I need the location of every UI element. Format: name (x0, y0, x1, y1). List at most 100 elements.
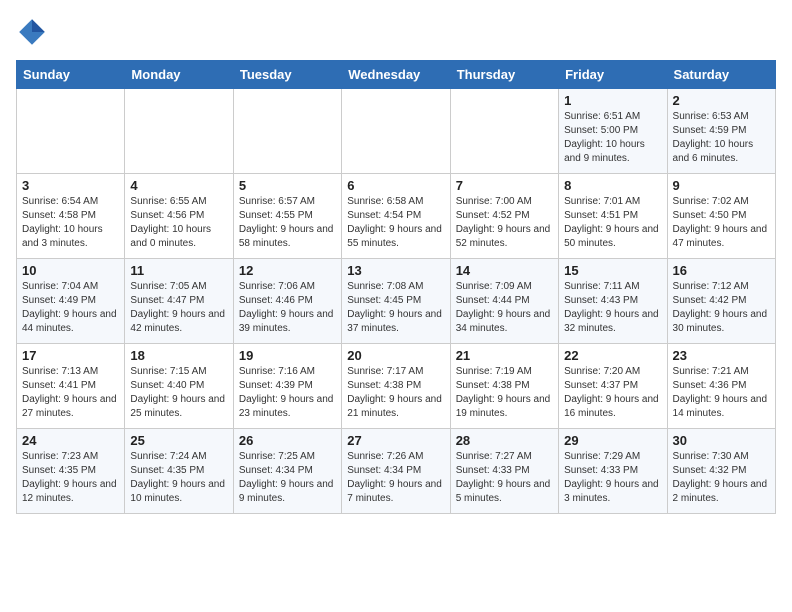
day-info: Sunrise: 6:53 AM Sunset: 4:59 PM Dayligh… (673, 110, 770, 166)
day-info: Sunrise: 7:05 AM Sunset: 4:47 PM Dayligh… (130, 280, 227, 336)
day-info: Sunrise: 6:55 AM Sunset: 4:56 PM Dayligh… (130, 195, 227, 251)
day-info: Sunrise: 7:19 AM Sunset: 4:38 PM Dayligh… (456, 365, 553, 421)
day-number: 28 (456, 433, 553, 448)
week-row-2: 3Sunrise: 6:54 AM Sunset: 4:58 PM Daylig… (17, 174, 776, 259)
calendar-cell (233, 89, 341, 174)
logo (16, 16, 52, 48)
day-info: Sunrise: 7:09 AM Sunset: 4:44 PM Dayligh… (456, 280, 553, 336)
col-header-friday: Friday (559, 61, 667, 89)
day-number: 19 (239, 348, 336, 363)
calendar-cell: 1 Sunrise: 6:51 AM Sunset: 5:00 PM Daylig… (559, 89, 667, 174)
col-header-monday: Monday (125, 61, 233, 89)
day-info: Sunrise: 7:04 AM Sunset: 4:49 PM Dayligh… (22, 280, 119, 336)
day-number: 5 (239, 178, 336, 193)
day-number: 6 (347, 178, 444, 193)
day-info: Sunrise: 7:08 AM Sunset: 4:45 PM Dayligh… (347, 280, 444, 336)
day-number: 20 (347, 348, 444, 363)
calendar-cell: 27 Sunrise: 7:26 AM Sunset: 4:34 PM Dayli… (342, 429, 450, 514)
calendar-cell: 15 Sunrise: 7:11 AM Sunset: 4:43 PM Dayli… (559, 259, 667, 344)
calendar-cell: 30 Sunrise: 7:30 AM Sunset: 4:32 PM Dayli… (667, 429, 775, 514)
day-number: 21 (456, 348, 553, 363)
day-number: 29 (564, 433, 661, 448)
day-number: 17 (22, 348, 119, 363)
day-number: 2 (673, 93, 770, 108)
day-info: Sunrise: 7:12 AM Sunset: 4:42 PM Dayligh… (673, 280, 770, 336)
calendar-cell: 28 Sunrise: 7:27 AM Sunset: 4:33 PM Dayli… (450, 429, 558, 514)
day-number: 16 (673, 263, 770, 278)
day-info: Sunrise: 7:24 AM Sunset: 4:35 PM Dayligh… (130, 450, 227, 506)
day-number: 27 (347, 433, 444, 448)
calendar-cell (342, 89, 450, 174)
day-number: 8 (564, 178, 661, 193)
day-number: 15 (564, 263, 661, 278)
calendar-cell: 9 Sunrise: 7:02 AM Sunset: 4:50 PM Daylig… (667, 174, 775, 259)
week-row-5: 24 Sunrise: 7:23 AM Sunset: 4:35 PM Dayli… (17, 429, 776, 514)
day-number: 14 (456, 263, 553, 278)
calendar-cell: 20 Sunrise: 7:17 AM Sunset: 4:38 PM Dayli… (342, 344, 450, 429)
day-info: Sunrise: 7:02 AM Sunset: 4:50 PM Dayligh… (673, 195, 770, 251)
calendar-cell: 19 Sunrise: 7:16 AM Sunset: 4:39 PM Dayli… (233, 344, 341, 429)
day-info: Sunrise: 7:11 AM Sunset: 4:43 PM Dayligh… (564, 280, 661, 336)
day-number: 24 (22, 433, 119, 448)
day-number: 22 (564, 348, 661, 363)
calendar-cell: 3Sunrise: 6:54 AM Sunset: 4:58 PM Daylig… (17, 174, 125, 259)
calendar-cell: 14 Sunrise: 7:09 AM Sunset: 4:44 PM Dayli… (450, 259, 558, 344)
calendar-cell: 12 Sunrise: 7:06 AM Sunset: 4:46 PM Dayli… (233, 259, 341, 344)
col-header-wednesday: Wednesday (342, 61, 450, 89)
day-number: 12 (239, 263, 336, 278)
day-info: Sunrise: 7:17 AM Sunset: 4:38 PM Dayligh… (347, 365, 444, 421)
calendar-cell: 11Sunrise: 7:05 AM Sunset: 4:47 PM Dayli… (125, 259, 233, 344)
calendar-cell: 13 Sunrise: 7:08 AM Sunset: 4:45 PM Dayli… (342, 259, 450, 344)
calendar-cell: 21 Sunrise: 7:19 AM Sunset: 4:38 PM Dayli… (450, 344, 558, 429)
day-number: 18 (130, 348, 227, 363)
day-info: Sunrise: 7:21 AM Sunset: 4:36 PM Dayligh… (673, 365, 770, 421)
day-number: 30 (673, 433, 770, 448)
day-number: 10 (22, 263, 119, 278)
col-header-thursday: Thursday (450, 61, 558, 89)
calendar-cell (17, 89, 125, 174)
day-info: Sunrise: 7:16 AM Sunset: 4:39 PM Dayligh… (239, 365, 336, 421)
day-info: Sunrise: 7:27 AM Sunset: 4:33 PM Dayligh… (456, 450, 553, 506)
calendar-cell (450, 89, 558, 174)
calendar-cell: 16 Sunrise: 7:12 AM Sunset: 4:42 PM Dayli… (667, 259, 775, 344)
calendar-cell: 26Sunrise: 7:25 AM Sunset: 4:34 PM Dayli… (233, 429, 341, 514)
day-info: Sunrise: 7:06 AM Sunset: 4:46 PM Dayligh… (239, 280, 336, 336)
day-info: Sunrise: 7:26 AM Sunset: 4:34 PM Dayligh… (347, 450, 444, 506)
week-row-1: 1 Sunrise: 6:51 AM Sunset: 5:00 PM Daylig… (17, 89, 776, 174)
day-info: Sunrise: 7:15 AM Sunset: 4:40 PM Dayligh… (130, 365, 227, 421)
logo-icon (16, 16, 48, 48)
day-number: 4 (130, 178, 227, 193)
calendar-cell: 18 Sunrise: 7:15 AM Sunset: 4:40 PM Dayli… (125, 344, 233, 429)
calendar-cell: 5 Sunrise: 6:57 AM Sunset: 4:55 PM Daylig… (233, 174, 341, 259)
col-header-saturday: Saturday (667, 61, 775, 89)
calendar-cell: 6Sunrise: 6:58 AM Sunset: 4:54 PM Daylig… (342, 174, 450, 259)
calendar-cell: 25 Sunrise: 7:24 AM Sunset: 4:35 PM Dayli… (125, 429, 233, 514)
day-info: Sunrise: 6:57 AM Sunset: 4:55 PM Dayligh… (239, 195, 336, 251)
day-info: Sunrise: 7:13 AM Sunset: 4:41 PM Dayligh… (22, 365, 119, 421)
day-info: Sunrise: 7:00 AM Sunset: 4:52 PM Dayligh… (456, 195, 553, 251)
day-number: 3 (22, 178, 119, 193)
day-info: Sunrise: 7:23 AM Sunset: 4:35 PM Dayligh… (22, 450, 119, 506)
col-header-tuesday: Tuesday (233, 61, 341, 89)
calendar-cell: 2 Sunrise: 6:53 AM Sunset: 4:59 PM Daylig… (667, 89, 775, 174)
day-number: 23 (673, 348, 770, 363)
day-info: Sunrise: 7:20 AM Sunset: 4:37 PM Dayligh… (564, 365, 661, 421)
day-number: 7 (456, 178, 553, 193)
calendar-cell: 7 Sunrise: 7:00 AM Sunset: 4:52 PM Daylig… (450, 174, 558, 259)
calendar-cell (125, 89, 233, 174)
week-row-4: 17 Sunrise: 7:13 AM Sunset: 4:41 PM Dayli… (17, 344, 776, 429)
day-info: Sunrise: 7:01 AM Sunset: 4:51 PM Dayligh… (564, 195, 661, 251)
day-info: Sunrise: 6:51 AM Sunset: 5:00 PM Dayligh… (564, 110, 661, 166)
calendar-cell: 4 Sunrise: 6:55 AM Sunset: 4:56 PM Daylig… (125, 174, 233, 259)
calendar-cell: 8 Sunrise: 7:01 AM Sunset: 4:51 PM Daylig… (559, 174, 667, 259)
week-row-3: 10 Sunrise: 7:04 AM Sunset: 4:49 PM Dayli… (17, 259, 776, 344)
day-info: Sunrise: 7:29 AM Sunset: 4:33 PM Dayligh… (564, 450, 661, 506)
day-number: 1 (564, 93, 661, 108)
day-number: 13 (347, 263, 444, 278)
day-number: 25 (130, 433, 227, 448)
calendar-cell: 22 Sunrise: 7:20 AM Sunset: 4:37 PM Dayli… (559, 344, 667, 429)
col-header-sunday: Sunday (17, 61, 125, 89)
day-number: 9 (673, 178, 770, 193)
calendar-header: SundayMondayTuesdayWednesdayThursdayFrid… (17, 61, 776, 89)
day-info: Sunrise: 7:30 AM Sunset: 4:32 PM Dayligh… (673, 450, 770, 506)
